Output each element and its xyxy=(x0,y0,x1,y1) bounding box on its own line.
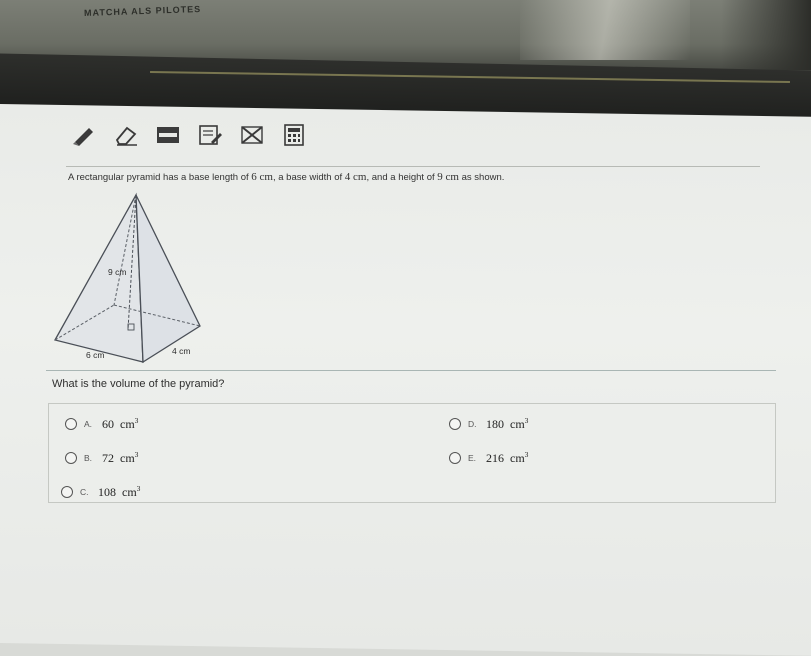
radio-button[interactable] xyxy=(449,452,461,464)
background-shadow xyxy=(721,0,811,70)
calculator-button[interactable] xyxy=(280,123,308,147)
height-unit: cm xyxy=(442,171,459,183)
question-part: , a base width of xyxy=(272,172,345,183)
eraser-icon xyxy=(115,126,137,146)
radio-button[interactable] xyxy=(61,486,73,498)
choice-d[interactable]: D. 180 cm3 xyxy=(449,416,528,432)
radio-button[interactable] xyxy=(65,418,77,430)
pencil-tool-button[interactable] xyxy=(70,123,98,147)
length-unit: cm xyxy=(256,171,273,183)
question-part: A rectangular pyramid has a base length … xyxy=(68,172,252,183)
choice-value: 72 cm3 xyxy=(102,450,139,465)
pyramid-figure: 9 cm 6 cm 4 cm xyxy=(54,192,201,364)
question-part: , and a height of xyxy=(366,172,438,183)
answer-choices: A. 60 cm3 B. 72 cm3 C. 108 cm3 D. 180 cm… xyxy=(48,403,776,503)
eraser-tool-button[interactable] xyxy=(112,123,140,147)
width-label: 4 cm xyxy=(172,346,190,356)
notepad-icon xyxy=(199,125,222,145)
pyramid-face-right xyxy=(135,194,201,364)
choice-e[interactable]: E. 216 cm3 xyxy=(449,450,528,466)
choice-value: 180 cm3 xyxy=(486,416,529,431)
tool-bar xyxy=(70,121,322,149)
choice-letter: C. xyxy=(80,487,89,497)
answer-eliminator-icon xyxy=(241,126,263,144)
question-text: A rectangular pyramid has a base length … xyxy=(68,171,504,183)
question-part: as shown. xyxy=(458,172,505,183)
choice-letter: D. xyxy=(468,419,477,429)
pyramid-face-left xyxy=(54,192,144,363)
choice-letter: B. xyxy=(84,453,93,463)
line-reader-icon xyxy=(157,127,179,143)
radio-button[interactable] xyxy=(449,418,461,430)
length-label: 6 cm xyxy=(86,350,104,360)
choice-value: 60 cm3 xyxy=(102,416,139,431)
choice-value: 216 cm3 xyxy=(486,450,529,465)
screen-glare xyxy=(520,0,690,60)
question-prompt: What is the volume of the pyramid? xyxy=(52,378,225,390)
divider xyxy=(46,370,776,371)
line-reader-button[interactable] xyxy=(154,123,182,147)
divider xyxy=(66,166,760,167)
notepad-button[interactable] xyxy=(196,123,224,147)
radio-button[interactable] xyxy=(65,452,77,464)
choice-value: 108 cm3 xyxy=(98,484,141,499)
choice-a[interactable]: A. 60 cm3 xyxy=(65,416,138,432)
width-unit: cm xyxy=(350,171,367,183)
choice-c[interactable]: C. 108 cm3 xyxy=(61,484,140,500)
answer-eliminator-button[interactable] xyxy=(238,123,266,147)
choice-b[interactable]: B. 72 cm3 xyxy=(65,450,138,466)
pencil-icon xyxy=(73,128,93,146)
calculator-icon xyxy=(284,124,304,146)
choice-letter: E. xyxy=(468,453,477,463)
choice-letter: A. xyxy=(84,419,93,429)
height-label: 9 cm xyxy=(108,267,126,277)
